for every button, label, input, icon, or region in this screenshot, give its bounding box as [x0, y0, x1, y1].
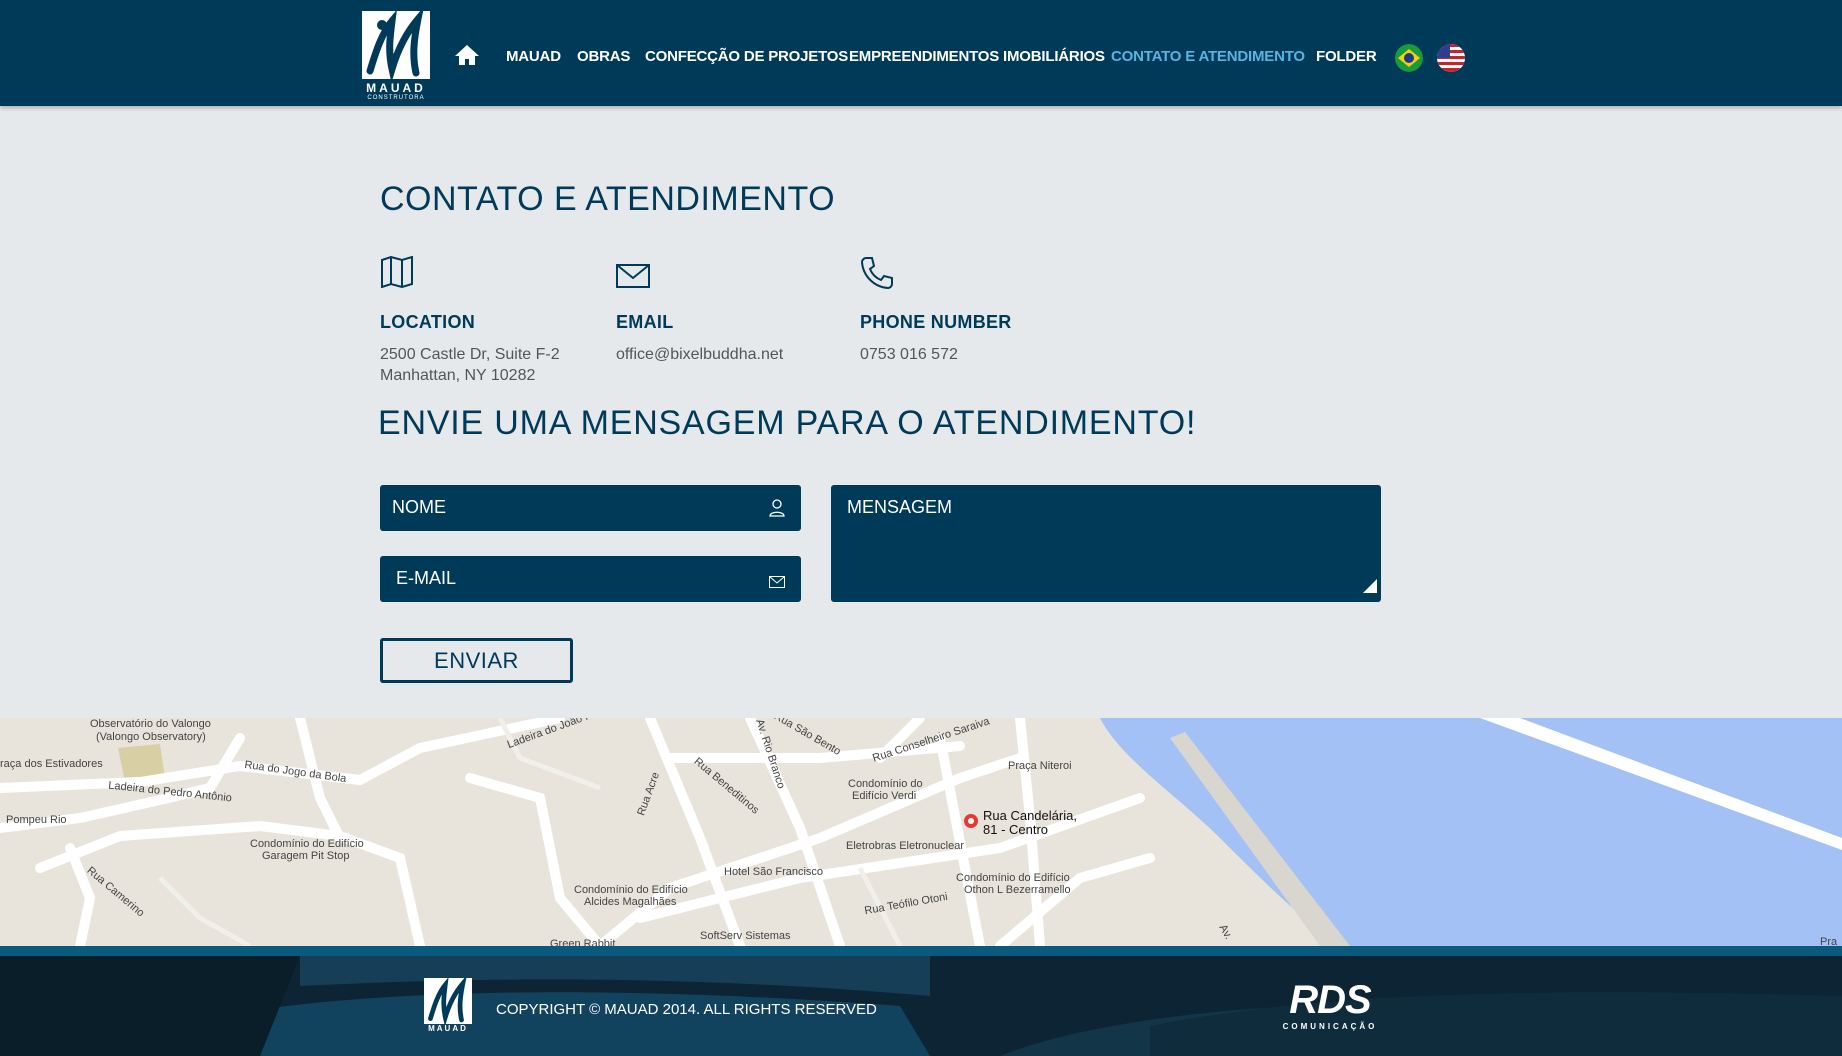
- location-text: 2500 Castle Dr, Suite F-2 Manhattan, NY …: [380, 344, 560, 386]
- map-label: (Valongo Observatory): [96, 731, 206, 743]
- phone-value: 0753 016 572: [860, 346, 958, 363]
- logo-subtext: CONSTRUTORA: [367, 95, 425, 101]
- map-label: Garagem Pit Stop: [262, 850, 350, 862]
- footer-logo-text: MAUAD: [428, 1024, 468, 1033]
- location-line2: Manhattan, NY 10282: [380, 367, 536, 384]
- map-label: Othon L Bezerramello: [964, 884, 1071, 896]
- map-label: Rua Candelária,: [983, 808, 1077, 823]
- message-textarea[interactable]: MENSAGEM: [831, 485, 1381, 602]
- logo-text: MAUAD: [366, 81, 426, 95]
- rds-logo-subtext: COMUNICAÇÃO: [1282, 1022, 1378, 1031]
- email-placeholder: E-MAIL: [396, 568, 457, 588]
- location-map[interactable]: Observatório do Valongo (Valongo Observa…: [0, 718, 1842, 946]
- logo-mark: [362, 6, 430, 83]
- map-label: 81 - Centro: [983, 822, 1049, 837]
- map-label: Observatório do Valongo: [90, 718, 211, 730]
- rds-logo[interactable]: RDS COMUNICAÇÃO: [1276, 978, 1384, 1032]
- map-label: raça dos Estivadores: [0, 758, 103, 770]
- submit-button[interactable]: ENVIAR: [380, 638, 573, 683]
- phone-icon: [860, 256, 894, 295]
- map-label: SoftServ Sistemas: [700, 930, 791, 942]
- footer-logo[interactable]: MAUAD: [424, 974, 472, 1038]
- map-label: Condomínio do Edifício: [574, 884, 688, 896]
- rds-logo-text: RDS: [1289, 978, 1371, 1022]
- home-icon[interactable]: [454, 44, 480, 71]
- map-label: Pompeu Rio: [6, 814, 67, 826]
- location-line1: 2500 Castle Dr, Suite F-2: [380, 346, 560, 363]
- map-label: Condomínio do Edifício: [250, 838, 364, 850]
- form-title: ENVIE UMA MENSAGEM PARA O ATENDIMENTO!: [378, 404, 1197, 442]
- map-label: Green Rabbit: [550, 938, 616, 946]
- brazil-flag-icon[interactable]: [1395, 44, 1423, 72]
- envelope-small-icon: [769, 572, 785, 593]
- email-title: EMAIL: [616, 312, 674, 332]
- page-title: CONTATO E ATENDIMENTO: [380, 180, 836, 218]
- nav-item-mauad[interactable]: MAUAD: [506, 48, 561, 65]
- nav-item-obras[interactable]: OBRAS: [577, 48, 630, 65]
- user-icon: [769, 499, 785, 522]
- phone-title: PHONE NUMBER: [860, 312, 1012, 332]
- nav-item-contato-e-atendimento[interactable]: CONTATO E ATENDIMENTO: [1111, 48, 1305, 65]
- map-label: Praça Niteroi: [1008, 760, 1072, 772]
- map-label: Condomínio do Edifício: [956, 872, 1070, 884]
- message-placeholder: MENSAGEM: [847, 497, 953, 517]
- map-bottom-strip: [0, 946, 1842, 956]
- nav-item-confeccao-de-projetos[interactable]: CONFECÇÃO DE PROJETOS: [645, 48, 848, 65]
- map-label: Hotel São Francisco: [724, 866, 824, 878]
- resize-handle-icon[interactable]: [1363, 577, 1377, 598]
- envelope-icon: [616, 264, 650, 293]
- map-label: Eletrobras Eletronuclear: [846, 840, 965, 852]
- map-label: Alcides Magalhães: [584, 896, 677, 908]
- usa-flag-icon[interactable]: [1437, 44, 1465, 72]
- name-placeholder: NOME: [392, 497, 446, 517]
- nav-item-folder[interactable]: FOLDER: [1316, 48, 1377, 65]
- mauad-logo[interactable]: MAUAD CONSTRUTORA: [362, 6, 430, 101]
- map-icon: [380, 255, 414, 293]
- top-navigation-bar: MAUAD CONSTRUTORA MAUAD OBRAS CONFECÇÃO …: [0, 0, 1842, 106]
- name-input[interactable]: NOME: [380, 485, 801, 531]
- email-value: office@bixelbuddha.net: [616, 346, 784, 363]
- nav-item-empreendimentos-imobiliarios[interactable]: EMPREENDIMENTOS IMOBILIÁRIOS: [849, 48, 1105, 65]
- map-label: Edifício Verdi: [852, 790, 917, 802]
- footer: MAUAD COPYRIGHT © MAUAD 2014. ALL RIGHTS…: [0, 956, 1842, 1056]
- copyright-text: COPYRIGHT © MAUAD 2014. ALL RIGHTS RESER…: [496, 1001, 877, 1018]
- location-title: LOCATION: [380, 312, 476, 332]
- map-label: Condomínio do: [848, 778, 923, 790]
- email-input[interactable]: E-MAIL: [380, 556, 801, 602]
- footer-logo-mark: [424, 974, 472, 1027]
- map-label: Pra: [1820, 936, 1838, 946]
